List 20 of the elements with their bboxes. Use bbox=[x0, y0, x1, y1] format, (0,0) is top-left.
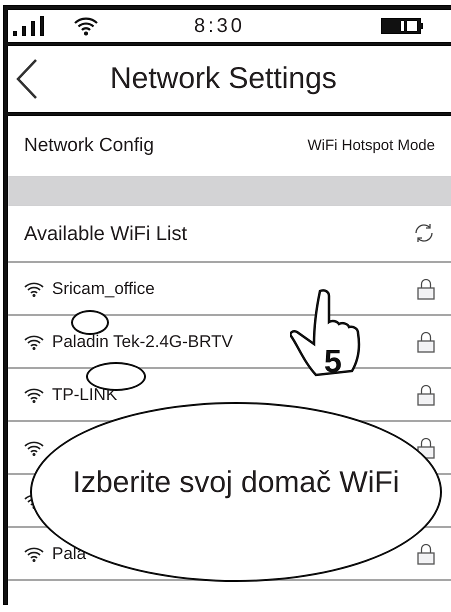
config-value: WiFi Hotspot Mode bbox=[307, 136, 435, 156]
status-time: 8:30 bbox=[193, 14, 245, 39]
page-title: Network Settings bbox=[109, 61, 337, 97]
wifi-icon bbox=[24, 334, 44, 350]
refresh-icon bbox=[413, 222, 435, 244]
network-name: Sricam_office bbox=[52, 278, 155, 300]
pointing-hand-icon bbox=[290, 289, 360, 376]
wifi-icon bbox=[24, 546, 44, 562]
list-title: Available WiFi List bbox=[24, 222, 188, 246]
wifi-icon bbox=[24, 440, 44, 456]
small-ellipse-drawing bbox=[71, 310, 109, 335]
battery-icon bbox=[381, 18, 423, 34]
wifi-icon bbox=[74, 16, 98, 36]
wifi-icon bbox=[24, 386, 44, 402]
wifi-icon bbox=[24, 280, 44, 296]
network-name: Paladin Tek-2.4G-BRTV bbox=[52, 330, 233, 353]
config-row[interactable]: Network Config WiFi Hotspot Mode bbox=[8, 116, 451, 176]
network-name: TP-LINK bbox=[52, 384, 118, 406]
config-label: Network Config bbox=[24, 134, 154, 158]
back-button[interactable] bbox=[16, 58, 38, 100]
